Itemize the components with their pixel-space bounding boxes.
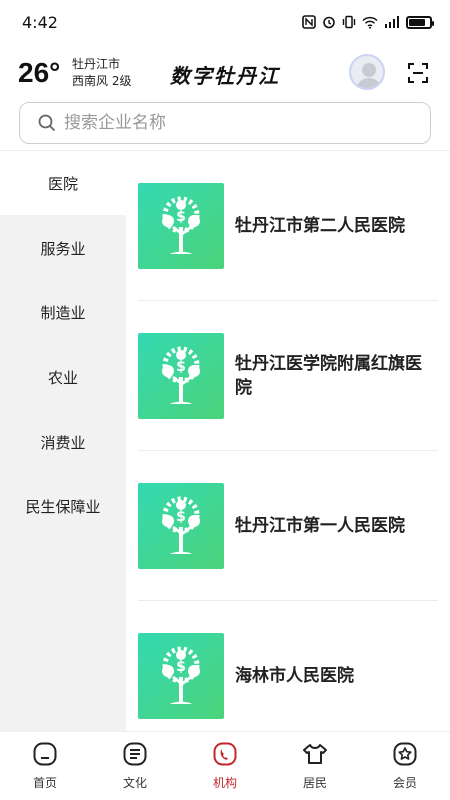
list-item[interactable]: $ 牡丹江市第一人民医院 (138, 451, 438, 601)
sidebar-item-service[interactable]: 服务业 (0, 216, 126, 280)
member-icon (391, 740, 419, 768)
wifi-icon (362, 16, 378, 29)
scan-button[interactable] (406, 61, 430, 85)
weather-city: 牡丹江市 (72, 57, 121, 71)
tab-home[interactable]: 首页 (0, 732, 90, 800)
tab-culture[interactable]: 文化 (90, 732, 180, 800)
weather-wind: 西南风 2级 (72, 74, 132, 88)
money-tree-icon: $ (138, 332, 224, 419)
search-input[interactable] (64, 113, 364, 133)
tab-label: 会员 (392, 776, 417, 790)
institution-icon (211, 740, 239, 768)
sidebar-item-label: 服务业 (40, 239, 86, 258)
status-time: 4:42 (22, 12, 58, 32)
institution-list: $ 牡丹江市第二人民医院 $ 牡丹江医学院附属红旗医院 $ 牡丹江市第一人民医院… (138, 151, 438, 731)
search-icon (38, 114, 56, 132)
sidebar-item-manufacturing[interactable]: 制造业 (0, 280, 126, 344)
sidebar-item-consumer[interactable]: 消费业 (0, 410, 126, 474)
user-avatar-icon (356, 63, 382, 88)
app-header: 26° 牡丹江市 西南风 2级 数字牡丹江 (0, 44, 450, 102)
weather-info: 牡丹江市 西南风 2级 (72, 56, 131, 90)
money-tree-icon: $ (138, 182, 224, 269)
status-bar: 4:42 (0, 0, 450, 44)
institution-name: 牡丹江市第一人民医院 (235, 515, 405, 536)
tab-institution[interactable]: 机构 (180, 732, 270, 800)
scan-icon (408, 63, 428, 83)
app-title: 数字牡丹江 (170, 64, 280, 88)
list-item[interactable]: $ 牡丹江市第二人民医院 (138, 151, 438, 301)
svg-text:$: $ (176, 659, 186, 675)
tab-member[interactable]: 会员 (360, 732, 450, 800)
institution-name: 牡丹江市第二人民医院 (235, 215, 405, 236)
money-tree-icon: $ (138, 633, 224, 719)
institution-name: 海林市人民医院 (235, 666, 354, 686)
svg-text:$: $ (176, 359, 186, 375)
list-item[interactable]: $ 牡丹江医学院附属红旗医院 (138, 301, 438, 451)
battery-icon (406, 15, 434, 29)
alarm-icon (322, 15, 336, 29)
tab-label: 居民 (302, 776, 327, 790)
sidebar-item-label: 消费业 (40, 433, 86, 452)
sidebar-item-hospital[interactable]: 医院 (0, 151, 126, 215)
money-tree-icon: $ (138, 482, 224, 569)
avatar[interactable] (349, 54, 385, 90)
temperature: 26° (18, 57, 61, 88)
list-item[interactable]: $ 海林市人民医院 (138, 601, 438, 731)
bottom-tab-bar: 首页 文化 机构 居民 会员 (0, 731, 450, 800)
tab-label: 文化 (122, 776, 147, 790)
sidebar-item-agriculture[interactable]: 农业 (0, 345, 126, 409)
status-icons (302, 15, 434, 29)
sidebar-item-label: 民生保障业 (25, 497, 101, 516)
category-sidebar: 医院 服务业 制造业 农业 消费业 民生保障业 (0, 151, 126, 731)
resident-icon (301, 740, 329, 768)
svg-text:$: $ (176, 209, 186, 225)
sidebar-item-label: 农业 (47, 368, 78, 387)
signal-icon (384, 16, 400, 28)
sidebar-item-label: 制造业 (40, 303, 86, 322)
vibrate-icon (342, 15, 356, 29)
sidebar-item-livelihood[interactable]: 民生保障业 (0, 474, 126, 538)
tab-label: 机构 (212, 776, 237, 790)
nfc-icon (302, 15, 316, 29)
home-icon (31, 740, 59, 768)
svg-text:$: $ (176, 509, 186, 525)
culture-icon (121, 740, 149, 768)
search-bar[interactable] (19, 102, 431, 144)
tab-label: 首页 (32, 776, 57, 790)
tab-resident[interactable]: 居民 (270, 732, 360, 800)
institution-name: 牡丹江医学院附属红旗医院 (235, 353, 422, 398)
sidebar-item-label: 医院 (47, 174, 78, 193)
